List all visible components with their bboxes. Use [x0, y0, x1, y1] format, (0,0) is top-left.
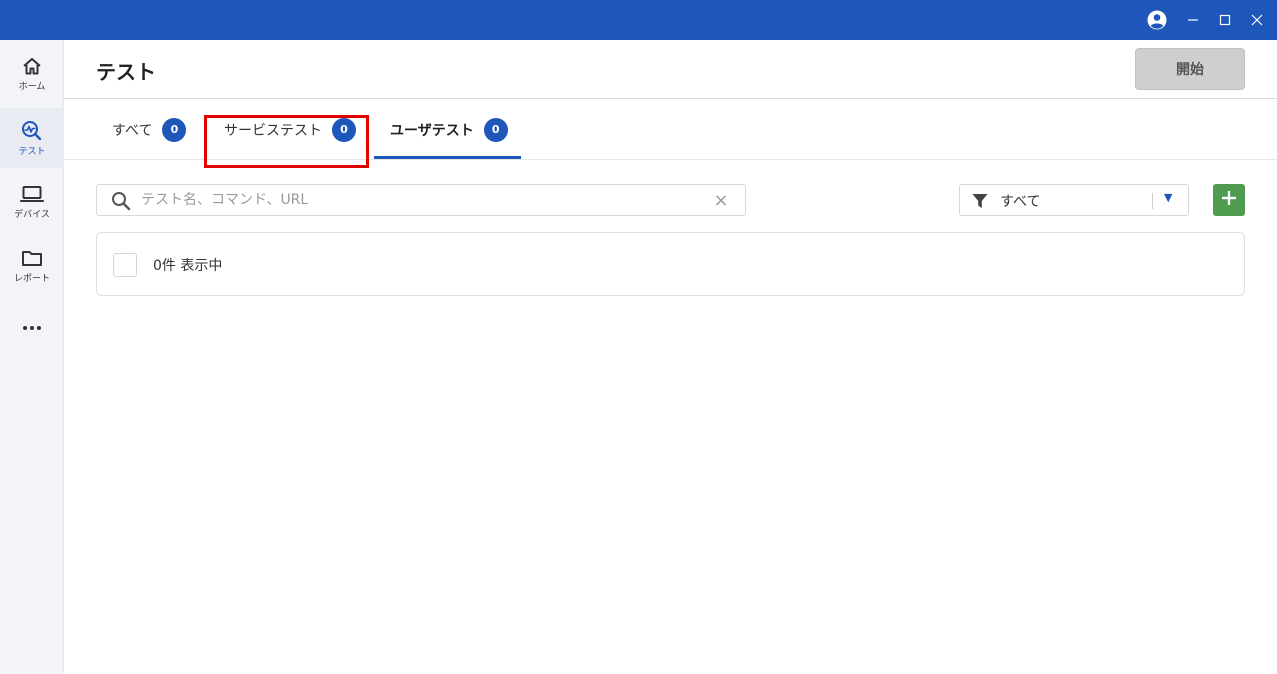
- account-icon[interactable]: [1147, 10, 1167, 30]
- folder-icon: [21, 249, 43, 267]
- tab-service-test[interactable]: サービステスト 0: [224, 100, 356, 159]
- sidebar: ホーム テスト デバイス レポート: [0, 40, 64, 674]
- add-button[interactable]: [1213, 184, 1245, 216]
- page-header: テスト 開始: [64, 40, 1277, 99]
- filter-icon: [972, 193, 988, 213]
- count-badge: 0: [483, 117, 508, 142]
- maximize-icon[interactable]: [1215, 10, 1235, 30]
- sidebar-item-label: ホーム: [18, 81, 46, 92]
- chevron-down-icon[interactable]: ▼: [1164, 191, 1172, 204]
- select-all-checkbox[interactable]: [113, 253, 137, 277]
- more-icon: [22, 325, 42, 331]
- filter-select[interactable]: すべて ▼: [959, 184, 1189, 216]
- tab-label: サービステスト: [224, 122, 322, 139]
- sidebar-item-reports[interactable]: レポート: [0, 236, 64, 296]
- filter-divider: [1152, 193, 1153, 209]
- minimize-icon[interactable]: [1183, 10, 1203, 30]
- close-icon[interactable]: [1247, 10, 1267, 30]
- sidebar-item-label: レポート: [13, 273, 50, 284]
- plus-icon: [1221, 190, 1237, 210]
- sidebar-item-more[interactable]: [0, 298, 64, 358]
- test-icon: [21, 120, 43, 140]
- tab-label: すべて: [112, 122, 153, 139]
- sidebar-item-home[interactable]: ホーム: [0, 44, 64, 104]
- tab-label: ユーザテスト: [390, 122, 474, 139]
- sidebar-item-label: デバイス: [14, 209, 50, 220]
- results-panel: 0件 表示中: [96, 232, 1245, 296]
- title-bar: [0, 0, 1277, 40]
- sidebar-item-test[interactable]: テスト: [0, 108, 64, 168]
- laptop-icon: [20, 185, 44, 203]
- search-icon: [111, 191, 131, 215]
- sidebar-item-devices[interactable]: デバイス: [0, 172, 64, 232]
- count-badge: 0: [162, 117, 187, 142]
- search-box: ×: [96, 184, 746, 216]
- clear-search-icon[interactable]: ×: [711, 190, 731, 211]
- sidebar-item-label: テスト: [18, 146, 46, 157]
- tab-all[interactable]: すべて 0: [112, 100, 187, 159]
- filter-value: すべて: [1000, 194, 1041, 210]
- result-count: 0件 表示中: [153, 258, 223, 274]
- count-badge: 0: [332, 117, 356, 142]
- tab-bar: すべて 0 サービステスト 0 ユーザテスト 0: [64, 100, 1277, 160]
- start-button[interactable]: 開始: [1135, 48, 1245, 90]
- tab-user-test[interactable]: ユーザテスト 0: [390, 100, 508, 159]
- home-icon: [22, 57, 42, 75]
- search-input[interactable]: [141, 189, 701, 211]
- active-tab-indicator: [374, 156, 521, 159]
- page-title: テスト: [96, 60, 156, 84]
